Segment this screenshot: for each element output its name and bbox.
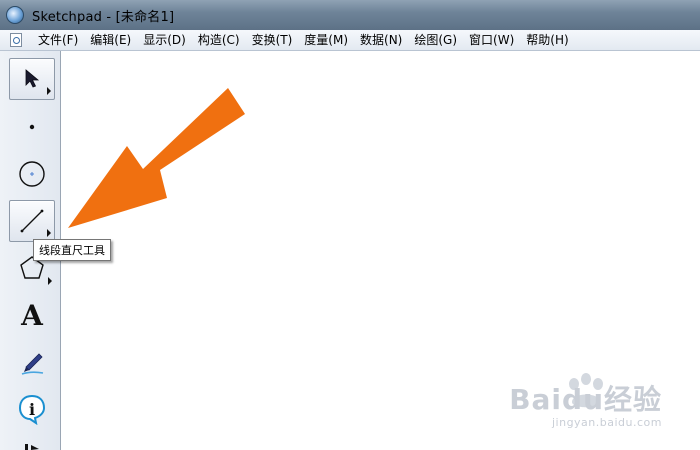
submenu-triangle-icon (47, 87, 51, 95)
circle-icon (19, 161, 45, 187)
straightedge-tool[interactable] (9, 200, 55, 242)
menu-display[interactable]: 显示(D) (137, 30, 192, 50)
marker-tool[interactable] (9, 341, 55, 383)
menu-measure[interactable]: 度量(M) (298, 30, 354, 50)
pointer-arrow-icon (25, 69, 40, 88)
information-tool[interactable]: i (9, 388, 55, 430)
watermark-brand: Baidu经验 (509, 383, 662, 416)
point-icon (29, 124, 35, 130)
menu-window[interactable]: 窗口(W) (463, 30, 520, 50)
menu-graph[interactable]: 绘图(G) (408, 30, 463, 50)
sketchpad-globe-icon (6, 6, 24, 24)
compass-tool[interactable] (9, 153, 55, 195)
window-title: Sketchpad - [未命名1] (32, 9, 175, 25)
arrow-select-tool[interactable] (9, 58, 55, 100)
menu-help[interactable]: 帮助(H) (520, 30, 574, 50)
tool-tooltip: 线段直尺工具 (33, 239, 111, 261)
line-segment-icon (20, 209, 44, 233)
menu-transform[interactable]: 变换(T) (246, 30, 299, 50)
document-icon[interactable] (10, 33, 22, 47)
text-tool[interactable]: A (9, 294, 55, 336)
window-titlebar: Sketchpad - [未命名1] (0, 0, 700, 30)
menu-data[interactable]: 数据(N) (354, 30, 408, 50)
menu-construct[interactable]: 构造(C) (192, 30, 246, 50)
svg-text:i: i (29, 400, 35, 419)
custom-tool[interactable] (9, 435, 55, 450)
menu-edit[interactable]: 编辑(E) (84, 30, 137, 50)
point-tool[interactable] (9, 106, 55, 148)
menu-bar: 文件(F) 编辑(E) 显示(D) 构造(C) 变换(T) 度量(M) 数据(N… (0, 30, 700, 51)
marker-pen-icon (21, 353, 44, 375)
info-icon: i (18, 394, 46, 425)
text-A-icon: A (21, 298, 43, 332)
submenu-triangle-icon (47, 229, 51, 237)
menu-file[interactable]: 文件(F) (32, 30, 84, 50)
baidu-jingyan-watermark: Baidu经验 jingyan.baidu.com (509, 378, 662, 429)
custom-tool-icon (25, 444, 39, 450)
submenu-triangle-icon (48, 277, 52, 285)
